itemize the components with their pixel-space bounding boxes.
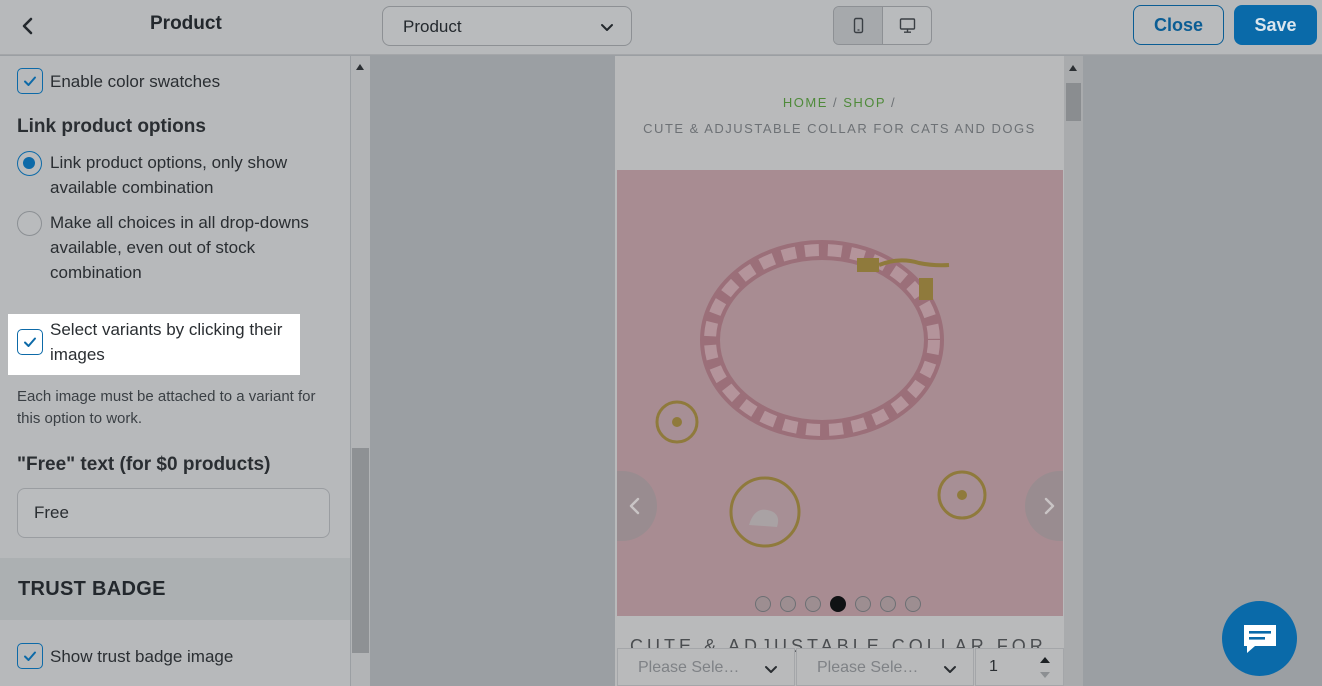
device-toggle: [833, 6, 932, 45]
breadcrumb-separator: /: [827, 95, 844, 110]
checkmark-icon: [24, 76, 36, 86]
variant-select-1-placeholder: Please Sele…: [638, 659, 740, 676]
link-options-radio-2[interactable]: [17, 211, 42, 236]
quantity-value: 1: [989, 658, 998, 675]
slide-dot[interactable]: [805, 596, 821, 612]
mobile-view-button[interactable]: [834, 7, 883, 44]
preview-scrollbar[interactable]: [1064, 56, 1083, 686]
variant-select-1[interactable]: Please Sele…: [617, 648, 795, 686]
page-type-select[interactable]: Product: [382, 6, 632, 46]
slide-dot[interactable]: [880, 596, 896, 612]
trust-badge-section[interactable]: TRUST BADGE: [0, 558, 350, 620]
breadcrumb-home-link[interactable]: HOME: [783, 95, 828, 110]
enable-color-swatches-checkbox[interactable]: [17, 68, 43, 94]
checkmark-icon: [24, 651, 36, 661]
free-text-input[interactable]: Free: [17, 488, 330, 538]
top-bar: Product Product Close Save: [0, 0, 1322, 55]
variant-select-2[interactable]: Please Sele…: [796, 648, 974, 686]
free-text-heading: "Free" text (for $0 products): [17, 454, 271, 475]
scroll-up-arrow-icon[interactable]: [1069, 65, 1077, 71]
select-variants-label: Select variants by clicking their images: [50, 320, 283, 364]
sidebar-scrollbar[interactable]: [351, 56, 370, 686]
page-select-value: Product: [403, 17, 462, 36]
mobile-device-icon: [853, 17, 864, 34]
link-options-radio-2-label: Make all choices in all drop-downs avail…: [50, 213, 309, 282]
radio-selected-dot: [23, 157, 35, 169]
chevron-down-icon: [944, 666, 956, 673]
checkmark-icon: [24, 337, 36, 347]
variant-select-2-placeholder: Please Sele…: [817, 659, 919, 676]
save-button[interactable]: Save: [1234, 5, 1317, 45]
free-text-value: Free: [34, 503, 69, 522]
enable-color-swatches-label: Enable color swatches: [50, 72, 221, 91]
breadcrumb-separator: /: [885, 95, 897, 110]
trust-badge-heading: TRUST BADGE: [18, 578, 166, 600]
chevron-left-icon: [22, 17, 33, 35]
product-image[interactable]: [617, 170, 1063, 616]
chevron-down-icon: [601, 24, 613, 31]
slide-dot[interactable]: [780, 596, 796, 612]
panel-title: Product: [150, 13, 222, 34]
desktop-view-button[interactable]: [883, 7, 931, 44]
quantity-stepper[interactable]: 1: [975, 648, 1064, 686]
back-button[interactable]: [14, 12, 42, 40]
scroll-up-arrow-icon[interactable]: [356, 64, 364, 70]
chevron-left-icon: [629, 497, 640, 515]
desktop-monitor-icon: [899, 18, 916, 33]
slide-dot-active[interactable]: [830, 596, 846, 612]
show-trust-badge-checkbox[interactable]: [17, 643, 43, 669]
store-preview: HOME / SHOP / CUTE & ADJUSTABLE COLLAR F…: [615, 56, 1064, 686]
quantity-up-arrow-icon[interactable]: [1040, 657, 1050, 663]
preview-scroll-thumb[interactable]: [1066, 83, 1081, 121]
link-options-radio-1-label: Link product options, only show availabl…: [50, 153, 288, 197]
collar-photo: [617, 170, 1063, 616]
select-variants-help: Each image must be attached to a variant…: [17, 388, 316, 427]
quantity-down-arrow-icon[interactable]: [1040, 672, 1050, 678]
breadcrumb-current: CUTE & ADJUSTABLE COLLAR FOR CATS AND DO…: [643, 121, 1036, 136]
breadcrumb: HOME / SHOP / CUTE & ADJUSTABLE COLLAR F…: [615, 90, 1064, 142]
slide-dot[interactable]: [755, 596, 771, 612]
slide-dot[interactable]: [855, 596, 871, 612]
link-options-heading: Link product options: [17, 116, 206, 137]
chevron-down-icon: [765, 666, 777, 673]
chat-button[interactable]: [1222, 601, 1297, 676]
sidebar-scroll-thumb[interactable]: [352, 448, 369, 653]
link-options-radio-1[interactable]: [17, 151, 42, 176]
select-variants-checkbox[interactable]: [17, 329, 43, 355]
breadcrumb-shop-link[interactable]: SHOP: [843, 95, 886, 110]
settings-sidebar: Enable color swatches Link product optio…: [0, 56, 350, 686]
chevron-right-icon: [1044, 497, 1055, 515]
chat-bubble-icon: [1244, 625, 1276, 653]
close-button[interactable]: Close: [1133, 5, 1224, 45]
slide-dot[interactable]: [905, 596, 921, 612]
show-trust-badge-label: Show trust badge image: [50, 647, 234, 666]
